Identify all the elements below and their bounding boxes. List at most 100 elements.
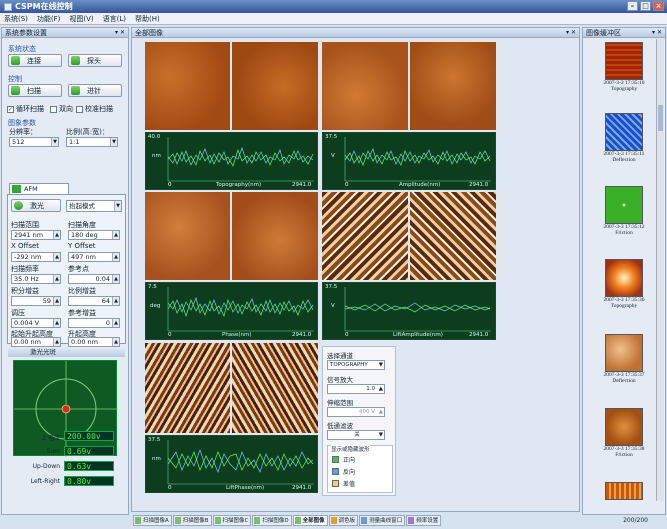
minimize-button[interactable]: – bbox=[627, 1, 638, 11]
resolution-select[interactable]: 512 ▼ bbox=[9, 137, 59, 147]
stepper-icon[interactable]: ▲ bbox=[53, 319, 60, 327]
ref-gain-input[interactable]: 0 ▲ bbox=[68, 318, 120, 328]
line-plot-lift-amplitude[interactable]: 37.5 V 0 LiftAmplitude(nm) 2941.0 bbox=[322, 282, 496, 340]
scan-image-lift-phase-rev[interactable] bbox=[232, 343, 318, 433]
setpoint-input[interactable]: 0.04 ▲ bbox=[68, 274, 120, 284]
maximize-button[interactable]: □ bbox=[640, 1, 651, 11]
legend-forward-label: 正向 bbox=[343, 457, 356, 464]
line-plot-amplitude[interactable]: 37.5 V 0 Amplitude(nm) 2941.0 bbox=[322, 132, 496, 190]
amp-input[interactable]: 0.004 V ▲ bbox=[11, 318, 61, 328]
y-offset-input[interactable]: 497 nm ▲ bbox=[68, 252, 120, 262]
scan-image-phase-rev[interactable] bbox=[232, 192, 318, 280]
tab-palette[interactable]: 调色板 bbox=[328, 515, 359, 526]
connect-button[interactable]: 连接 bbox=[8, 54, 62, 67]
stepper-icon[interactable]: ▲ bbox=[379, 408, 383, 416]
probe-button[interactable]: 探头 bbox=[68, 54, 122, 67]
calibrate-scan-checkbox[interactable]: 校准扫描 bbox=[76, 104, 113, 114]
stepper-icon[interactable]: ▲ bbox=[112, 297, 119, 305]
buffer-item[interactable]: 2007-3-3 17:35:11 Deflection bbox=[591, 113, 657, 163]
bidirectional-label: 双向 bbox=[59, 105, 73, 113]
stepper-icon[interactable]: ▲ bbox=[112, 253, 119, 261]
stepper-icon[interactable]: ▲ bbox=[112, 319, 119, 327]
menu-function[interactable]: 功能(F) bbox=[37, 14, 61, 24]
buffer-item[interactable]: 2007-3-3 17:35:12 Friction bbox=[591, 186, 657, 236]
stretch-input[interactable]: 400 V ▲ bbox=[327, 407, 385, 417]
buffer-item[interactable]: 2007-3-3 17:35:37 Deflection bbox=[591, 334, 657, 384]
signal-gain-input[interactable]: 1.0 ▲ bbox=[327, 384, 385, 394]
filter-select[interactable]: 关 ▼ bbox=[327, 430, 385, 440]
plot-xmin: 0 bbox=[345, 182, 349, 188]
scan-angle-input[interactable]: 180 deg ▲ bbox=[68, 230, 120, 240]
stepper-icon[interactable]: ▲ bbox=[53, 275, 60, 283]
afm-icon bbox=[12, 185, 21, 193]
legend-forward[interactable]: 正向 bbox=[332, 455, 355, 464]
tab-all-images[interactable]: 全部图像 bbox=[292, 515, 328, 526]
lift-input[interactable]: 0.00 nm ▲ bbox=[68, 337, 120, 347]
pin-icon[interactable]: ▾ ✕ bbox=[652, 28, 662, 38]
line-plot-topography[interactable]: 40.0 nm 0 Topography(nm) 2941.0 bbox=[145, 132, 318, 190]
stepper-icon[interactable]: ▲ bbox=[112, 338, 119, 346]
scrollbar[interactable] bbox=[656, 39, 664, 501]
buffer-item[interactable]: 2007-3-3 17:35:38 Friction bbox=[591, 408, 657, 458]
scan-image-lift-amplitude-fwd[interactable] bbox=[322, 192, 408, 280]
scan-freq-input[interactable]: 35.0 Hz ▲ bbox=[11, 274, 61, 284]
plot-xmax: 2941.0 bbox=[469, 182, 489, 188]
tab-scan-image-b[interactable]: 扫描图像B bbox=[172, 515, 212, 526]
menu-language[interactable]: 语言(L) bbox=[103, 14, 126, 24]
laser-button[interactable]: 激光 bbox=[11, 199, 61, 212]
bidirectional-checkbox[interactable]: 双向 bbox=[50, 104, 73, 114]
scan-range-value: 2941 nm bbox=[14, 231, 44, 239]
pgain-input[interactable]: 64 ▲ bbox=[68, 296, 120, 306]
checkbox-box bbox=[76, 105, 83, 113]
line-plot-lift-phase[interactable]: 37.5 nm 0 LiftPhase(nm) 2941.0 bbox=[145, 435, 318, 493]
close-button[interactable]: × bbox=[653, 1, 664, 11]
tab-freq-settings[interactable]: 频率设置 bbox=[406, 515, 442, 526]
tab-afm[interactable]: AFM bbox=[9, 183, 69, 194]
stepper-icon[interactable]: ▲ bbox=[53, 231, 60, 239]
channel-select[interactable]: TOPOGRAPHY ▼ bbox=[327, 360, 385, 370]
scan-range-input[interactable]: 2941 nm ▲ bbox=[11, 230, 61, 240]
pin-icon[interactable]: ▾ ✕ bbox=[566, 28, 576, 38]
buffer-item[interactable]: 2007-3-3 17:35:36 Topography bbox=[591, 259, 657, 309]
scan-button[interactable]: 扫描 bbox=[8, 84, 62, 97]
tab-scan-image-d[interactable]: 扫描图像D bbox=[252, 515, 292, 526]
chevron-down-icon: ▼ bbox=[378, 362, 383, 368]
tab-measure-curve[interactable]: 测量曲线窗口 bbox=[359, 515, 406, 526]
stepper-icon[interactable]: ▲ bbox=[112, 231, 119, 239]
ratio-select[interactable]: 1:1 ▼ bbox=[66, 137, 118, 147]
menu-system[interactable]: 系统(S) bbox=[4, 14, 28, 24]
x-offset-input[interactable]: -292 nm ▲ bbox=[11, 252, 61, 262]
stepper-icon[interactable]: ▲ bbox=[53, 253, 60, 261]
section-sys-state: 系统状态 bbox=[8, 45, 36, 53]
line-plot-phase[interactable]: 7.5 deg 0 Phase(nm) 2941.0 bbox=[145, 282, 318, 340]
resolution-label: 分辨率： bbox=[9, 128, 37, 136]
scan-image-topography-fwd[interactable] bbox=[145, 42, 230, 130]
buffer-item[interactable]: 2007-3-3 17:35:10 Topography bbox=[591, 42, 657, 92]
stepper-icon[interactable]: ▲ bbox=[53, 338, 60, 346]
mode-select[interactable]: 抬起模式 ▼ bbox=[66, 200, 122, 212]
scan-image-amplitude-fwd[interactable] bbox=[322, 42, 408, 130]
scan-image-topography-rev[interactable] bbox=[232, 42, 318, 130]
scan-image-lift-amplitude-rev[interactable] bbox=[410, 192, 496, 280]
approach-button[interactable]: 进针 bbox=[68, 84, 122, 97]
legend-diff[interactable]: 差值 bbox=[332, 479, 355, 488]
tab-scan-image-a[interactable]: 扫描图像A bbox=[133, 515, 172, 526]
menu-help[interactable]: 帮助(H) bbox=[135, 14, 160, 24]
stepper-icon[interactable]: ▲ bbox=[53, 297, 60, 305]
plot-title: Amplitude(nm) bbox=[399, 182, 441, 188]
stepper-icon[interactable]: ▲ bbox=[379, 385, 383, 393]
stepper-icon[interactable]: ▲ bbox=[112, 275, 119, 283]
buffer-item-partial[interactable] bbox=[591, 482, 657, 500]
lift-start-input[interactable]: 0.00 nm ▲ bbox=[11, 337, 61, 347]
scan-image-amplitude-rev[interactable] bbox=[410, 42, 496, 130]
tab-scan-image-c[interactable]: 扫描图像C bbox=[212, 515, 252, 526]
scan-image-phase-fwd[interactable] bbox=[145, 192, 230, 280]
pin-icon[interactable]: ▾ ✕ bbox=[115, 28, 125, 38]
scan-image-lift-phase-fwd[interactable] bbox=[145, 343, 230, 433]
panel-title: 系统参数设置 bbox=[5, 29, 47, 37]
igain-input[interactable]: 59 ▲ bbox=[11, 296, 61, 306]
menu-view[interactable]: 视图(V) bbox=[69, 14, 93, 24]
loop-scan-checkbox[interactable]: ✓ 循环扫描 bbox=[7, 104, 44, 114]
scrollbar-thumb[interactable] bbox=[658, 105, 663, 131]
legend-reverse[interactable]: 反向 bbox=[332, 467, 355, 476]
